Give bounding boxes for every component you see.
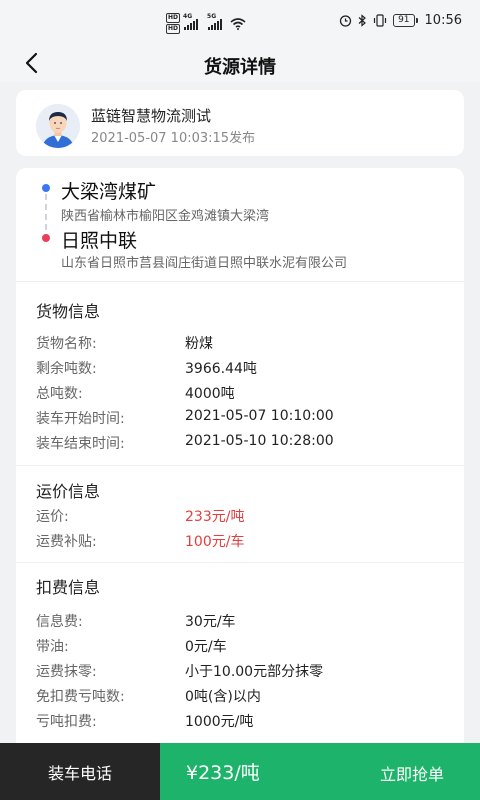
row-value: 0元/车 — [185, 639, 227, 655]
row-label: 总吨数: — [36, 386, 83, 402]
bluetooth-icon — [358, 14, 366, 27]
cargo-section-title: 货物信息 — [36, 302, 101, 321]
destination-city: 日照中联 — [61, 230, 138, 252]
row-label: 运费抹零: — [36, 664, 97, 680]
status-bar: HD HD 4G 5G 91 10:56 — [0, 0, 480, 44]
hd-indicators: HD HD — [166, 13, 181, 34]
network-5g-label: 5G — [207, 12, 217, 20]
deduction-row: 信息费: 30元/车 — [36, 611, 444, 635]
loading-phone-button[interactable]: 装车电话 — [0, 743, 160, 800]
network-4g-label: 4G — [183, 12, 193, 20]
cargo-row: 装车开始时间: 2021-05-07 10:10:00 — [36, 408, 444, 432]
route-section: 大梁湾煤矿 陕西省榆林市榆阳区金鸡滩镇大梁湾 日照中联 山东省日照市莒县阎庄街道… — [16, 168, 464, 282]
route-connector — [45, 194, 47, 230]
row-label: 货物名称: — [36, 336, 97, 352]
page-title: 货源详情 — [204, 57, 276, 78]
grab-order-label: 立即抢单 — [379, 765, 444, 784]
row-label: 剩余吨数: — [36, 361, 97, 377]
origin-dot-icon — [42, 184, 50, 192]
bottom-action-bar: 装车电话 ¥233/吨 立即抢单 — [0, 743, 480, 800]
row-label: 信息费: — [36, 614, 83, 630]
publish-time: 2021-05-07 10:03:15发布 — [91, 131, 256, 146]
freight-price-value: 233元/吨 — [185, 509, 245, 525]
clock: 10:56 — [424, 13, 462, 28]
cargo-row: 总吨数: 4000吨 — [36, 383, 444, 407]
row-label: 装车结束时间: — [36, 436, 125, 452]
row-value: 4000吨 — [185, 386, 235, 402]
deduction-row: 亏吨扣费: 1000元/吨 — [36, 711, 444, 735]
wifi-icon — [230, 17, 246, 30]
hd-badge-1: HD — [166, 13, 181, 23]
origin-address: 陕西省榆林市榆阳区金鸡滩镇大梁湾 — [61, 209, 270, 224]
alarm-icon — [339, 15, 352, 27]
deduction-row: 运费抹零: 小于10.00元部分抹零 — [36, 661, 444, 685]
row-label: 免扣费亏吨数: — [36, 689, 125, 705]
deduction-section-title: 扣费信息 — [36, 578, 101, 597]
freight-row: 运价: 233元/吨 — [36, 506, 444, 530]
row-label: 亏吨扣费: — [36, 714, 97, 730]
row-value: 0吨(含)以内 — [185, 689, 261, 705]
destination-dot-icon — [42, 234, 50, 242]
row-label: 运价: — [36, 509, 69, 525]
row-label: 装车开始时间: — [36, 411, 125, 427]
row-value: 2021-05-10 10:28:00 — [185, 433, 334, 449]
signal-icon: 5G — [207, 13, 223, 30]
nav-bar: 货源详情 — [0, 44, 480, 82]
deduction-row: 带油: 0元/车 — [36, 636, 444, 660]
cargo-row: 剩余吨数: 3966.44吨 — [36, 358, 444, 382]
avatar — [36, 104, 80, 148]
detail-card: 大梁湾煤矿 陕西省榆林市榆阳区金鸡滩镇大梁湾 日照中联 山东省日照市莒县阎庄街道… — [16, 168, 464, 800]
deduction-row: 免扣费亏吨数: 0吨(含)以内 — [36, 686, 444, 710]
row-value: 30元/车 — [185, 614, 236, 630]
row-label: 运费补贴: — [36, 534, 97, 550]
hd-badge-2: HD — [166, 24, 181, 34]
section-divider — [16, 465, 464, 466]
status-right: 91 10:56 — [339, 13, 462, 28]
row-value: 2021-05-07 10:10:00 — [185, 408, 334, 424]
publisher-name: 蓝链智慧物流测试 — [91, 107, 212, 125]
cargo-row: 货物名称: 粉煤 — [36, 333, 444, 357]
battery-icon: 91 — [393, 14, 419, 27]
publisher-card: 蓝链智慧物流测试 2021-05-07 10:03:15发布 — [16, 90, 464, 156]
freight-price: ¥233/吨 — [186, 762, 260, 784]
section-divider — [16, 562, 464, 563]
avatar-illustration — [36, 104, 80, 148]
row-value: 粉煤 — [185, 336, 213, 352]
vibrate-icon — [373, 14, 387, 27]
cargo-row: 装车结束时间: 2021-05-10 10:28:00 — [36, 433, 444, 457]
row-label: 带油: — [36, 639, 69, 655]
row-value: 3966.44吨 — [185, 361, 257, 377]
freight-section-title: 运价信息 — [36, 482, 101, 501]
row-value: 1000元/吨 — [185, 714, 254, 730]
origin-city: 大梁湾煤矿 — [61, 181, 157, 203]
freight-row: 运费补贴: 100元/车 — [36, 531, 444, 555]
signal-icon: 4G — [183, 13, 199, 30]
grab-order-button[interactable]: ¥233/吨 立即抢单 — [160, 743, 480, 800]
status-left: HD HD 4G 5G — [166, 13, 246, 34]
destination-address: 山东省日照市莒县阎庄街道日照中联水泥有限公司 — [61, 256, 348, 271]
freight-subsidy-value: 100元/车 — [185, 534, 245, 550]
row-value: 小于10.00元部分抹零 — [185, 664, 324, 680]
